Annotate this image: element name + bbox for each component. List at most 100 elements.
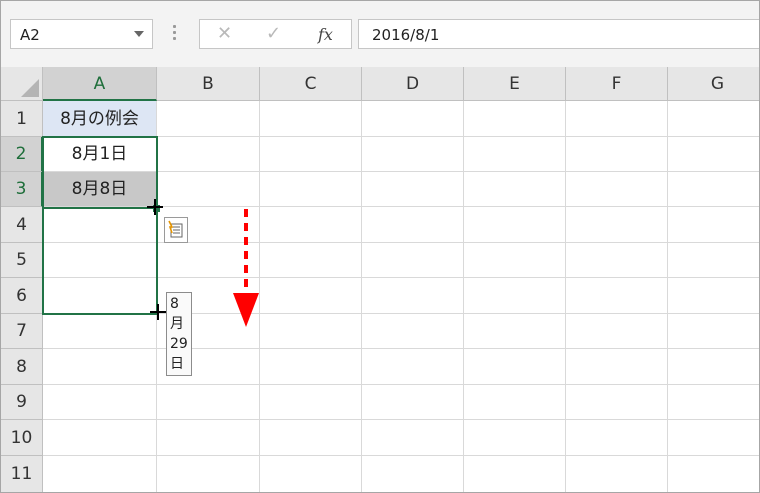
grid-cell[interactable]	[566, 243, 668, 278]
grid-cell[interactable]	[668, 137, 759, 172]
grid-cell[interactable]	[668, 278, 759, 314]
grid-cell[interactable]	[362, 385, 464, 420]
more-options-icon[interactable]	[173, 23, 177, 45]
grid-cell[interactable]	[43, 349, 157, 385]
grid-cell[interactable]	[362, 278, 464, 314]
grid-cell[interactable]	[464, 278, 566, 314]
grid-cell[interactable]	[362, 314, 464, 349]
grid-cell[interactable]	[362, 137, 464, 172]
grid-cell[interactable]	[668, 243, 759, 278]
row-header-5[interactable]: 5	[1, 243, 43, 278]
grid-cell[interactable]	[260, 456, 362, 492]
grid-cell[interactable]	[157, 137, 260, 172]
select-all-button[interactable]	[1, 67, 43, 101]
grid-cell[interactable]	[464, 420, 566, 456]
row-header-7[interactable]: 7	[1, 314, 43, 349]
grid-cell[interactable]	[668, 385, 759, 420]
grid-cell[interactable]	[43, 420, 157, 456]
grid-cell[interactable]	[260, 207, 362, 243]
grid-cell[interactable]	[260, 243, 362, 278]
grid-cell[interactable]	[464, 101, 566, 137]
grid-cell[interactable]	[43, 243, 157, 278]
row-header-3[interactable]: 3	[1, 172, 43, 207]
grid-cell[interactable]	[668, 314, 759, 349]
grid-cell[interactable]	[464, 207, 566, 243]
formula-input[interactable]: 2016/8/1	[358, 19, 759, 49]
grid-cell[interactable]	[43, 278, 157, 314]
grid-cell[interactable]	[43, 314, 157, 349]
grid-cell[interactable]	[260, 137, 362, 172]
column-header-a[interactable]: A	[43, 67, 157, 101]
grid-cell[interactable]	[566, 137, 668, 172]
grid-cell[interactable]	[566, 278, 668, 314]
grid-cell[interactable]	[464, 243, 566, 278]
column-header-e[interactable]: E	[464, 67, 566, 101]
column-header-b[interactable]: B	[157, 67, 260, 101]
cell-a3[interactable]: 8月8日	[43, 172, 157, 207]
grid-cell[interactable]	[362, 101, 464, 137]
grid-cell[interactable]	[43, 207, 157, 243]
grid-cell[interactable]	[362, 456, 464, 492]
grid-cell[interactable]	[260, 101, 362, 137]
cancel-icon[interactable]: ✕	[217, 23, 232, 44]
grid-cell[interactable]	[464, 137, 566, 172]
grid-cell[interactable]	[566, 420, 668, 456]
grid-cell[interactable]	[157, 456, 260, 492]
grid-cell[interactable]	[464, 172, 566, 207]
grid-cell[interactable]	[566, 101, 668, 137]
grid-cell[interactable]	[668, 172, 759, 207]
row-header-1[interactable]: 1	[1, 101, 43, 137]
row-header-2[interactable]: 2	[1, 137, 43, 172]
cell-a2[interactable]: 8月1日	[43, 137, 157, 172]
grid-cell[interactable]	[566, 314, 668, 349]
grid-cell[interactable]	[668, 349, 759, 385]
column-header-g[interactable]: G	[668, 67, 759, 101]
row-header-4[interactable]: 4	[1, 207, 43, 243]
grid-cell[interactable]	[260, 278, 362, 314]
grid-cell[interactable]	[157, 420, 260, 456]
column-header-d[interactable]: D	[362, 67, 464, 101]
grid-cell[interactable]	[362, 349, 464, 385]
grid-cell[interactable]	[362, 207, 464, 243]
grid-cell[interactable]	[464, 456, 566, 492]
chevron-down-icon[interactable]	[134, 31, 144, 37]
grid-cell[interactable]	[362, 172, 464, 207]
grid-cell[interactable]	[362, 243, 464, 278]
grid-cell[interactable]	[260, 172, 362, 207]
cell-a1[interactable]: 8月の例会	[43, 101, 157, 137]
grid-cell[interactable]	[464, 314, 566, 349]
grid-cell[interactable]	[464, 349, 566, 385]
grid-cell[interactable]	[43, 456, 157, 492]
grid-cell[interactable]	[157, 101, 260, 137]
grid-cell[interactable]	[157, 385, 260, 420]
insert-function-icon[interactable]: fx	[318, 25, 333, 44]
grid-cell[interactable]	[260, 314, 362, 349]
row-header-11[interactable]: 11	[1, 456, 43, 492]
row-header-10[interactable]: 10	[1, 420, 43, 456]
grid-cell[interactable]	[566, 207, 668, 243]
grid-cell[interactable]	[566, 385, 668, 420]
grid-cell[interactable]	[362, 420, 464, 456]
grid-cell[interactable]	[157, 172, 260, 207]
grid-cell[interactable]	[566, 349, 668, 385]
grid-cell[interactable]	[260, 385, 362, 420]
autofill-options-button[interactable]	[164, 217, 188, 243]
grid-cell[interactable]	[260, 349, 362, 385]
grid-cell[interactable]	[566, 456, 668, 492]
row-header-8[interactable]: 8	[1, 349, 43, 385]
grid-cell[interactable]	[260, 420, 362, 456]
grid-cell[interactable]	[566, 172, 668, 207]
column-header-f[interactable]: F	[566, 67, 668, 101]
column-header-c[interactable]: C	[260, 67, 362, 101]
grid-cell[interactable]	[668, 101, 759, 137]
row-header-6[interactable]: 6	[1, 278, 43, 314]
name-box[interactable]: A2	[10, 19, 153, 49]
grid-cell[interactable]	[464, 385, 566, 420]
name-box-value: A2	[20, 26, 40, 44]
grid-cell[interactable]	[668, 456, 759, 492]
grid-cell[interactable]	[668, 207, 759, 243]
row-header-9[interactable]: 9	[1, 385, 43, 420]
grid-cell[interactable]	[668, 420, 759, 456]
enter-icon[interactable]: ✓	[266, 23, 281, 44]
grid-cell[interactable]	[43, 385, 157, 420]
